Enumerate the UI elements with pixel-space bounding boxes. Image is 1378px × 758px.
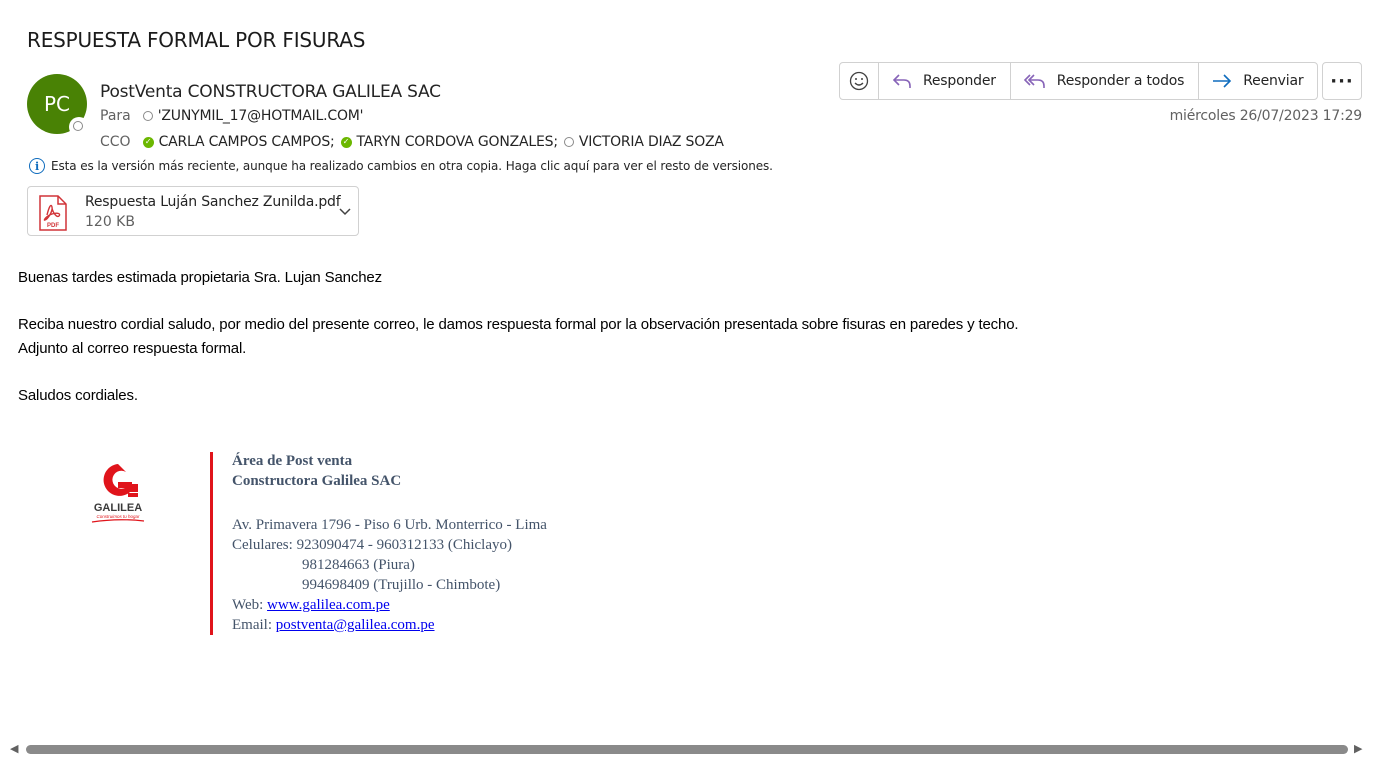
forward-icon [1213,74,1232,88]
reply-icon [892,74,911,88]
reply-all-icon [1023,74,1045,88]
signature-company: Constructora Galilea SAC [232,473,402,489]
bcc-label: CCO [100,134,131,150]
body-paragraph: Reciba nuestro cordial saludo, por medio… [18,316,1019,333]
body-greeting: Buenas tardes estimada propietaria Sra. … [18,269,382,286]
chevron-down-icon[interactable] [339,205,351,219]
signature-web: Web: www.galilea.com.pe [232,597,390,613]
bcc-row: CCO ✓ CARLA CAMPOS CAMPOS; ✓ TARYN CORDO… [100,134,724,150]
signature-phones: Celulares: 923090474 - 960312133 (Chicla… [232,537,512,553]
logo-text: GALILEA [94,502,142,514]
body-paragraph: Adjunto al correo respuesta formal. [18,340,247,357]
signature-phone: 981284663 (Piura) [302,557,415,573]
attachment-size: 120 KB [85,214,135,230]
forward-button[interactable]: Reenviar [1199,63,1317,99]
emoji-reaction-button[interactable] [840,63,879,99]
svg-text:PDF: PDF [47,223,59,229]
recipient-bcc[interactable]: ✓ TARYN CORDOVA GONZALES; [340,134,558,150]
recipient-bcc[interactable]: ✓ CARLA CAMPOS CAMPOS; [142,134,335,150]
email-subject: RESPUESTA FORMAL POR FISURAS [27,28,366,52]
website-link[interactable]: www.galilea.com.pe [267,597,390,613]
recipient-to[interactable]: 'ZUNYMIL_17@HOTMAIL.COM' [142,108,364,124]
smiley-icon [849,71,869,91]
attachment-filename: Respuesta Luján Sanchez Zunilda.pdf [85,194,341,210]
reply-button[interactable]: Responder [879,63,1011,99]
logo-tagline: Construimos tu hogar [96,514,140,519]
to-label: Para [100,108,131,124]
version-info-text: Esta es la versión más reciente, aunque … [51,159,773,173]
presence-unknown-icon [563,137,574,147]
signature-email: Email: postventa@galilea.com.pe [232,617,435,633]
more-icon: ··· [1330,70,1354,92]
message-toolbar: Responder Responder a todos Reenviar [839,62,1319,100]
email-link[interactable]: postventa@galilea.com.pe [276,617,435,633]
scroll-left-icon[interactable]: ◀ [10,742,18,755]
signature-department: Área de Post venta [232,453,353,469]
message-date: miércoles 26/07/2023 17:29 [1169,108,1363,124]
info-icon: i [29,158,45,174]
sender-name[interactable]: PostVenta CONSTRUCTORA GALILEA SAC [100,82,441,102]
presence-unknown-icon [142,111,153,121]
version-info-banner[interactable]: i Esta es la versión más reciente, aunqu… [29,158,773,174]
signature-address: Av. Primavera 1796 - Piso 6 Urb. Monterr… [232,517,547,533]
more-actions-button[interactable]: ··· [1322,62,1362,100]
scroll-right-icon[interactable]: ▶ [1354,742,1362,755]
attachment-card[interactable]: PDF Respuesta Luján Sanchez Zunilda.pdf … [27,186,359,236]
presence-status-icon [70,118,88,136]
horizontal-scrollbar[interactable]: ◀ ▶ [6,741,1370,757]
recipient-bcc[interactable]: VICTORIA DIAZ SOZA [563,134,724,150]
signature-phone: 994698409 (Trujillo - Chimbote) [302,577,501,593]
reply-all-button[interactable]: Responder a todos [1011,63,1200,99]
scrollbar-thumb[interactable] [26,745,1348,754]
presence-available-icon: ✓ [340,136,352,148]
avatar-initials: PC [43,92,71,116]
signature-divider [210,452,213,635]
galilea-logo: GALILEA Construimos tu hogar [91,464,145,523]
body-closing: Saludos cordiales. [18,387,138,404]
to-row: Para 'ZUNYMIL_17@HOTMAIL.COM' [100,108,364,124]
pdf-icon: PDF [39,195,67,231]
presence-available-icon: ✓ [142,136,154,148]
